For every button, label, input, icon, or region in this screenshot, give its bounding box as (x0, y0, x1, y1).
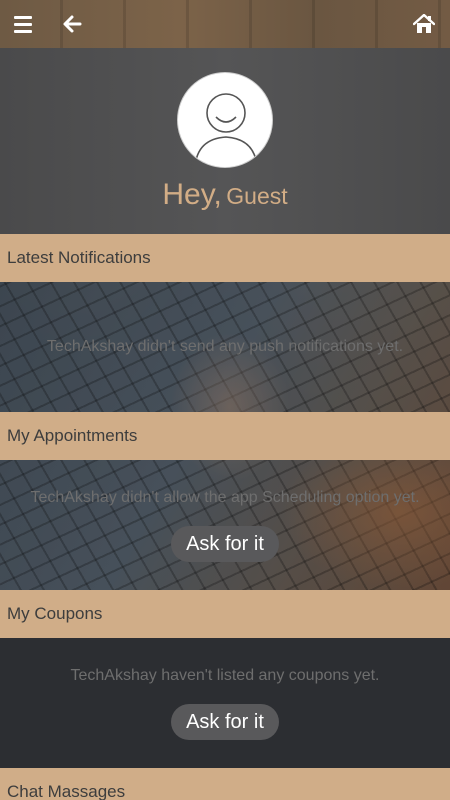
coupons-section: TechAkshay haven't listed any coupons ye… (0, 638, 450, 768)
notifications-section: TechAkshay didn't send any push notifica… (0, 282, 450, 412)
back-arrow-icon[interactable] (60, 12, 84, 36)
appointments-empty-message: TechAkshay didn't allow the app Scheduli… (30, 489, 420, 506)
coupons-empty-message: TechAkshay haven't listed any coupons ye… (70, 667, 380, 684)
user-name: Guest (226, 183, 288, 209)
appointments-section: TechAkshay didn't allow the app Scheduli… (0, 460, 450, 590)
home-icon[interactable] (412, 12, 436, 36)
notifications-header[interactable]: Latest Notifications (0, 234, 450, 282)
top-bar (0, 0, 450, 48)
notifications-empty-message: TechAkshay didn't send any push notifica… (46, 338, 404, 355)
greeting: Hey, Guest (0, 178, 450, 212)
greeting-text: Hey, (162, 178, 222, 211)
chat-header[interactable]: Chat Massages (0, 768, 450, 800)
profile-header: Hey, Guest (0, 48, 450, 234)
menu-icon[interactable] (12, 12, 36, 36)
coupons-ask-button[interactable]: Ask for it (171, 704, 279, 740)
appointments-ask-button[interactable]: Ask for it (171, 526, 279, 562)
coupons-header[interactable]: My Coupons (0, 590, 450, 638)
appointments-header[interactable]: My Appointments (0, 412, 450, 460)
user-avatar-icon[interactable] (177, 72, 273, 168)
